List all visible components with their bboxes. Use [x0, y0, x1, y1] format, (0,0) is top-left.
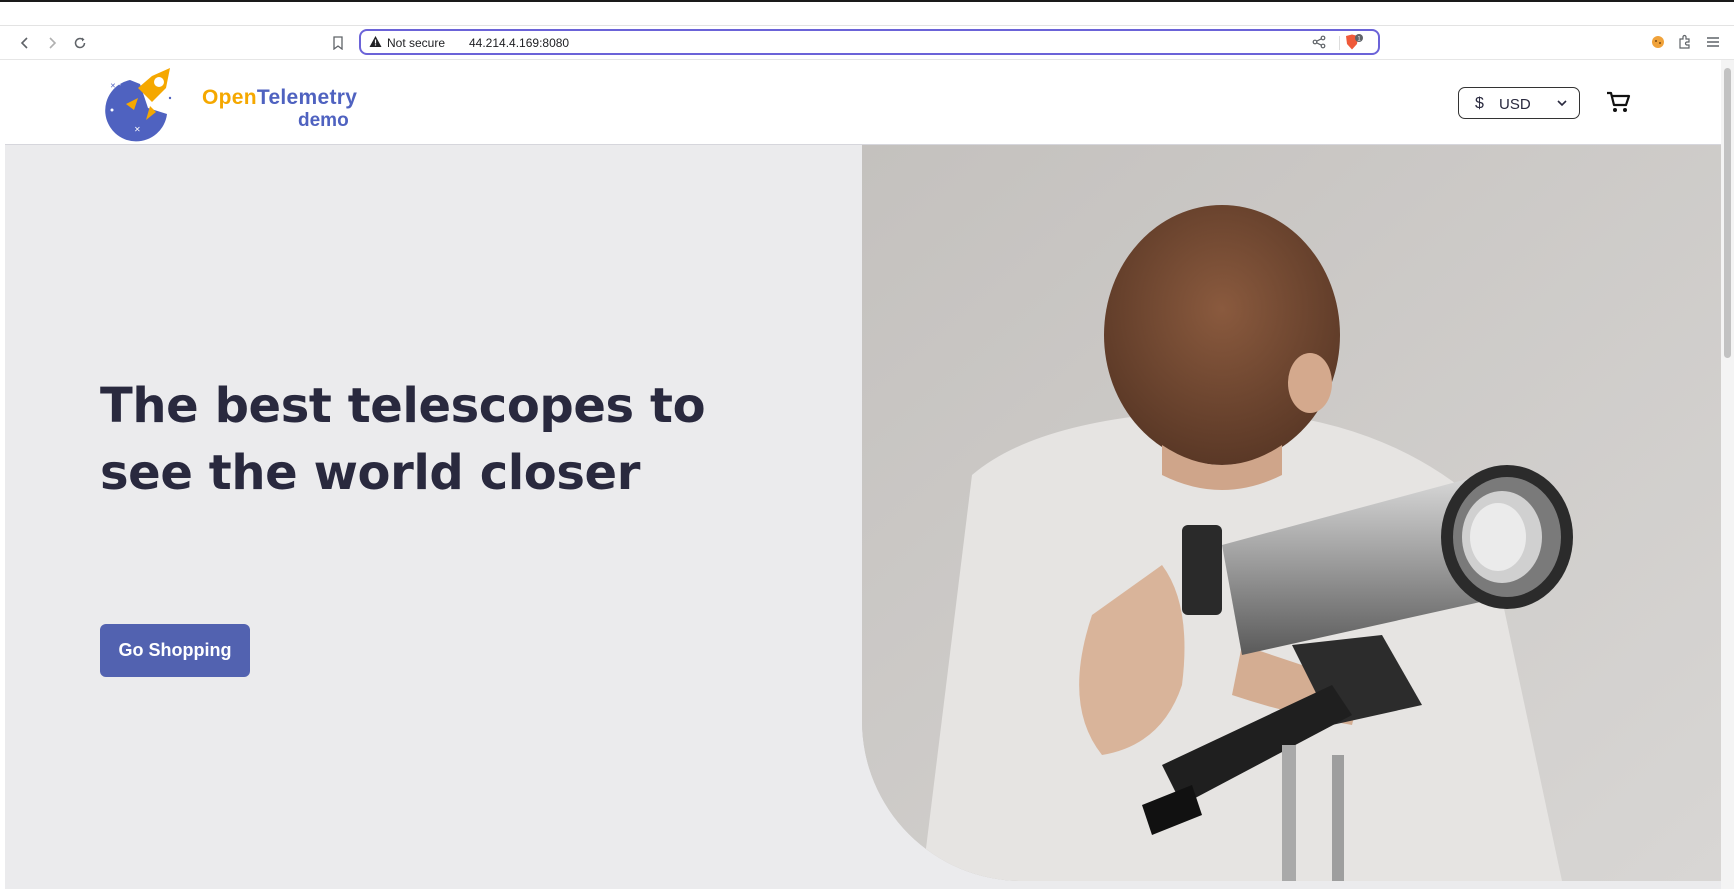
- address-bar[interactable]: Not secure 44.214.4.169:8080 1: [359, 29, 1380, 55]
- chevron-right-icon: [49, 37, 57, 49]
- svg-text:✕: ✕: [115, 79, 122, 88]
- hero-headline: The best telescopes to see the world clo…: [100, 378, 706, 501]
- page-scrollbar[interactable]: [1721, 60, 1734, 889]
- window-top-strip: [0, 0, 1734, 26]
- reload-button[interactable]: [70, 33, 90, 53]
- go-shopping-button[interactable]: Go Shopping: [100, 624, 250, 677]
- bookmark-icon: [333, 36, 343, 50]
- bookmark-button[interactable]: [328, 33, 348, 53]
- url-text[interactable]: 44.214.4.169:8080: [469, 36, 569, 50]
- menu-icon[interactable]: [1705, 34, 1721, 50]
- web-page: ✕ ✕ ✕ OpenTelemetry demo $ USD The best …: [5, 60, 1721, 889]
- warning-icon: [369, 36, 382, 47]
- site-header: ✕ ✕ ✕ OpenTelemetry demo $ USD: [5, 60, 1721, 145]
- currency-symbol: $: [1475, 95, 1484, 112]
- svg-text:✕: ✕: [134, 125, 141, 134]
- scrollbar-thumb[interactable]: [1724, 68, 1731, 358]
- hero-banner: The best telescopes to see the world clo…: [5, 145, 1721, 889]
- hero-photo-child-with-telescope: [862, 145, 1721, 881]
- hero-photo-illustration: [862, 145, 1721, 881]
- security-label[interactable]: Not secure: [387, 36, 445, 50]
- currency-code: USD: [1499, 96, 1531, 113]
- browser-toolbar: Not secure 44.214.4.169:8080 1: [0, 26, 1734, 60]
- cart-button[interactable]: [1605, 89, 1631, 120]
- reload-icon: [74, 37, 86, 49]
- brave-shield-icon[interactable]: 1: [1344, 34, 1364, 51]
- share-icon[interactable]: [1312, 35, 1326, 49]
- opentelemetry-logo[interactable]: ✕ ✕ ✕ OpenTelemetry demo: [100, 64, 370, 144]
- logo-wordmark: OpenTelemetry: [202, 86, 358, 109]
- chevron-left-icon: [20, 37, 28, 49]
- extensions-puzzle-icon[interactable]: [1677, 34, 1693, 50]
- omnibox-divider: [1339, 36, 1340, 50]
- back-button[interactable]: [15, 33, 35, 53]
- logo-rocket-icon: ✕ ✕ ✕: [105, 68, 172, 142]
- forward-button[interactable]: [42, 33, 62, 53]
- extension-cookie-icon[interactable]: [1650, 34, 1666, 50]
- currency-select[interactable]: $ USD: [1458, 87, 1580, 119]
- chevron-down-icon: [1557, 100, 1567, 107]
- logo-subtitle: demo: [298, 110, 349, 131]
- shopping-cart-icon: [1607, 91, 1631, 112]
